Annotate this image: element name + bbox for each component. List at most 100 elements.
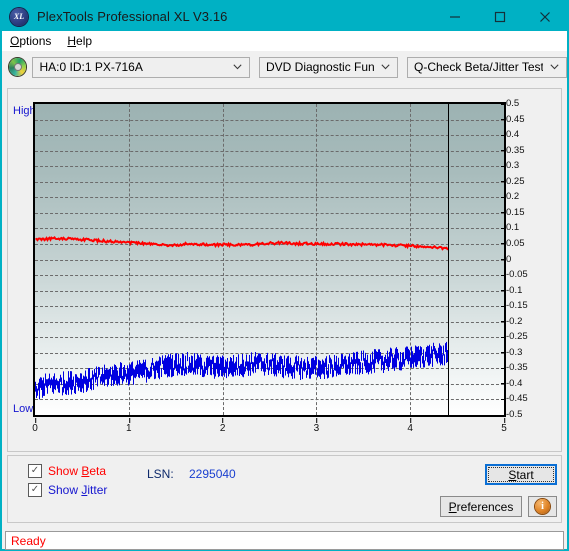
function-select-value: DVD Diagnostic Functions [266, 60, 374, 74]
info-button[interactable]: i [528, 496, 557, 517]
y-tick-text: 0.15 [506, 206, 525, 218]
y-tick-mark [501, 274, 506, 276]
y-tick-text: 0.2 [506, 191, 520, 203]
y-tick-text: 0.5 [506, 98, 520, 109]
start-button-focus-ring: Start [488, 467, 554, 482]
y-tick-text: -0.05 [506, 269, 528, 281]
prefs-label-post: references [456, 499, 514, 514]
show-jitter-label-post: itter [87, 483, 108, 497]
y-tick-mark [501, 414, 506, 416]
y-tick-label: 0.2 [501, 191, 520, 203]
maximize-button[interactable] [477, 2, 522, 31]
chevron-down-glyph [381, 64, 390, 70]
y-tick-text: -0.25 [506, 331, 528, 343]
y-tick-text: -0.5 [506, 409, 523, 420]
y-tick-label: 0.35 [501, 145, 525, 156]
y-tick-label: -0.2 [501, 316, 522, 327]
minimize-icon [449, 15, 460, 18]
y-axis-ticks: 0.5 0.45 0.4 0.35 0.3 0.25 0.2 0.15 0.1 0.05 0 -0.0… [501, 98, 566, 420]
lsn-value: 2295040 [189, 467, 236, 481]
optical-disc-icon [9, 58, 27, 76]
close-button[interactable] [522, 2, 567, 31]
show-beta-label: Show Beta [48, 464, 106, 478]
info-icon: i [535, 499, 550, 514]
x-tick-text: 3 [313, 423, 320, 434]
y-tick-text: -0.4 [506, 377, 523, 389]
x-tick-mark [35, 418, 36, 423]
app-icon: XL [10, 7, 28, 26]
y-tick-label: -0.1 [501, 285, 522, 296]
y-tick-label: -0.05 [501, 269, 528, 281]
status-bar: Ready [5, 531, 564, 550]
x-tick-mark [316, 418, 318, 423]
start-label-post: tart [516, 467, 534, 482]
preferences-button[interactable]: Preferences [440, 496, 522, 517]
show-beta-label-pre: Show [48, 464, 82, 478]
axis-label-low: Low [13, 403, 34, 415]
show-jitter-label-pre: Show [48, 483, 82, 497]
y-tick-mark [501, 165, 506, 167]
check-icon: ✓ [30, 484, 40, 495]
status-text: Ready [11, 533, 46, 548]
menu-bar: Options Help [2, 31, 567, 51]
y-tick-mark [501, 150, 506, 152]
y-tick-text: 0.3 [506, 160, 520, 172]
minimize-button[interactable] [432, 2, 477, 31]
drive-select-value: HA:0 ID:1 PX-716A [39, 60, 143, 74]
x-tick-mark [410, 418, 412, 423]
show-beta-checkbox[interactable]: ✓ Show Beta [28, 464, 106, 478]
title-bar: XL PlexTools Professional XL V3.16 [2, 2, 567, 31]
start-button[interactable]: Start [485, 464, 557, 485]
menu-item-options[interactable]: Options [2, 31, 59, 51]
x-tick-text: 5 [501, 423, 507, 434]
close-icon [539, 11, 550, 22]
y-tick-label: 0.25 [501, 176, 525, 187]
y-tick-label: 0.3 [501, 160, 520, 172]
y-tick-mark [501, 134, 506, 136]
y-tick-text: 0.45 [506, 113, 525, 125]
x-tick-mark [128, 418, 130, 423]
y-tick-mark [501, 227, 506, 229]
function-select[interactable]: DVD Diagnostic Functions [259, 56, 398, 78]
app-window: XL PlexTools Professional XL V3.16 O pti… [0, 0, 569, 551]
x-tick-text: 2 [219, 423, 226, 434]
menu-options-accel: O [10, 34, 20, 48]
y-tick-label: 0.5 [501, 98, 520, 109]
chevron-down-icon [543, 62, 566, 72]
y-tick-text: 0.1 [506, 222, 520, 234]
x-tick-label: 3 [313, 418, 320, 434]
x-tick-label: 4 [407, 418, 413, 434]
y-tick-mark [501, 352, 506, 354]
drive-select[interactable]: HA:0 ID:1 PX-716A [32, 56, 250, 78]
beta-trace [35, 236, 449, 251]
checkbox-box: ✓ [28, 464, 42, 478]
y-tick-mark [501, 305, 506, 307]
chevron-down-glyph [233, 64, 242, 70]
y-tick-label: -0.4 [501, 377, 523, 389]
test-select[interactable]: Q-Check Beta/Jitter Test [407, 56, 567, 78]
x-tick-label: 2 [219, 418, 226, 434]
test-select-value: Q-Check Beta/Jitter Test [414, 60, 543, 74]
checkbox-box: ✓ [28, 483, 42, 497]
x-axis-ticks: 0 1 2 3 4 5 [32, 418, 507, 435]
y-tick-label: 0.4 [501, 129, 520, 141]
y-tick-text: -0.35 [506, 362, 528, 374]
start-accel: S [508, 467, 517, 482]
window-title: PlexTools Professional XL V3.16 [37, 9, 228, 24]
y-tick-text: 0 [506, 253, 512, 265]
y-tick-mark [501, 103, 506, 105]
y-tick-mark [501, 212, 506, 214]
menu-item-help[interactable]: Help [59, 31, 100, 51]
x-tick-mark [222, 418, 224, 423]
x-tick-text: 4 [407, 423, 413, 434]
show-jitter-checkbox[interactable]: ✓ Show Jitter [28, 483, 107, 497]
chart-panel: High Low 0.5 0.45 0.4 0.35 0.3 0.25 0.2 0.15 0.1… [7, 88, 562, 452]
plot-area-wrapper: High Low 0.5 0.45 0.4 0.35 0.3 0.25 0.2 0.15 0.1… [8, 89, 563, 453]
menu-help-rest: elp [76, 34, 93, 48]
y-tick-text: 0.4 [506, 129, 520, 141]
jitter-trace [35, 341, 449, 400]
chevron-down-icon [226, 62, 249, 72]
y-tick-label: -0.45 [501, 394, 528, 404]
x-tick-label: 5 [501, 418, 507, 434]
beta-jitter-plot[interactable] [33, 102, 506, 417]
